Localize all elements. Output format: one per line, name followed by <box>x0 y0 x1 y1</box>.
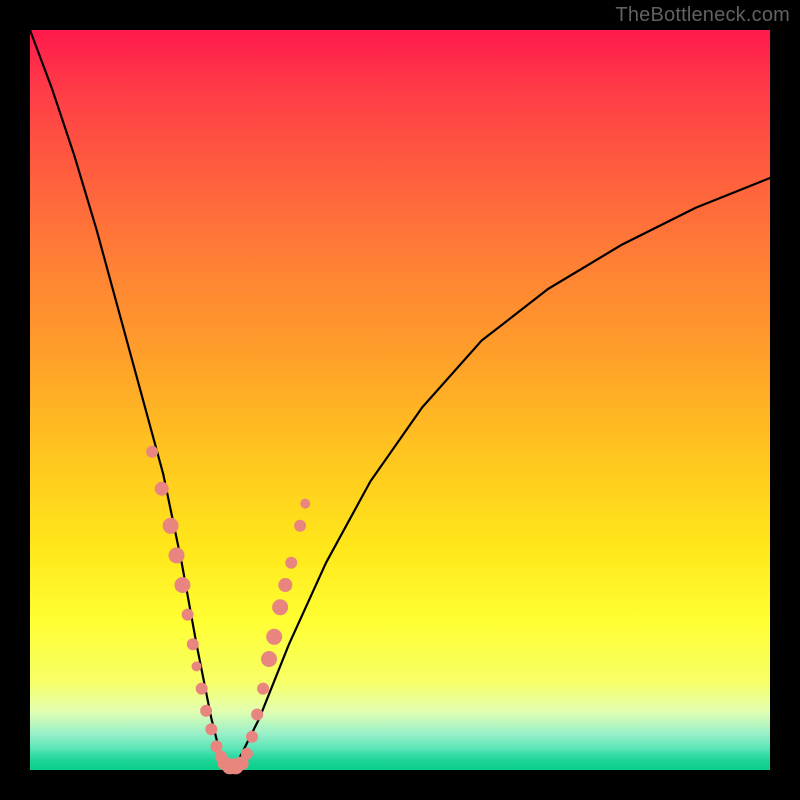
data-marker <box>210 740 222 752</box>
data-marker <box>155 482 169 496</box>
data-marker <box>300 499 310 509</box>
data-markers <box>146 446 310 775</box>
bottleneck-curve <box>30 30 770 763</box>
data-marker <box>205 723 217 735</box>
watermark-text: TheBottleneck.com <box>615 4 790 27</box>
data-marker <box>196 683 208 695</box>
data-marker <box>241 748 253 760</box>
data-marker <box>261 651 277 667</box>
data-marker <box>246 731 258 743</box>
chart-frame: TheBottleneck.com <box>0 0 800 800</box>
data-marker <box>294 520 306 532</box>
curve-svg <box>30 30 770 770</box>
data-marker <box>174 577 190 593</box>
plot-area <box>30 30 770 770</box>
data-marker <box>285 557 297 569</box>
data-marker <box>192 661 202 671</box>
data-marker <box>278 578 292 592</box>
data-marker <box>187 638 199 650</box>
data-marker <box>257 683 269 695</box>
data-marker <box>200 705 212 717</box>
data-marker <box>146 446 158 458</box>
data-marker <box>266 629 282 645</box>
data-marker <box>272 599 288 615</box>
data-marker <box>163 518 179 534</box>
data-marker <box>251 709 263 721</box>
data-marker <box>169 547 185 563</box>
data-marker <box>182 609 194 621</box>
